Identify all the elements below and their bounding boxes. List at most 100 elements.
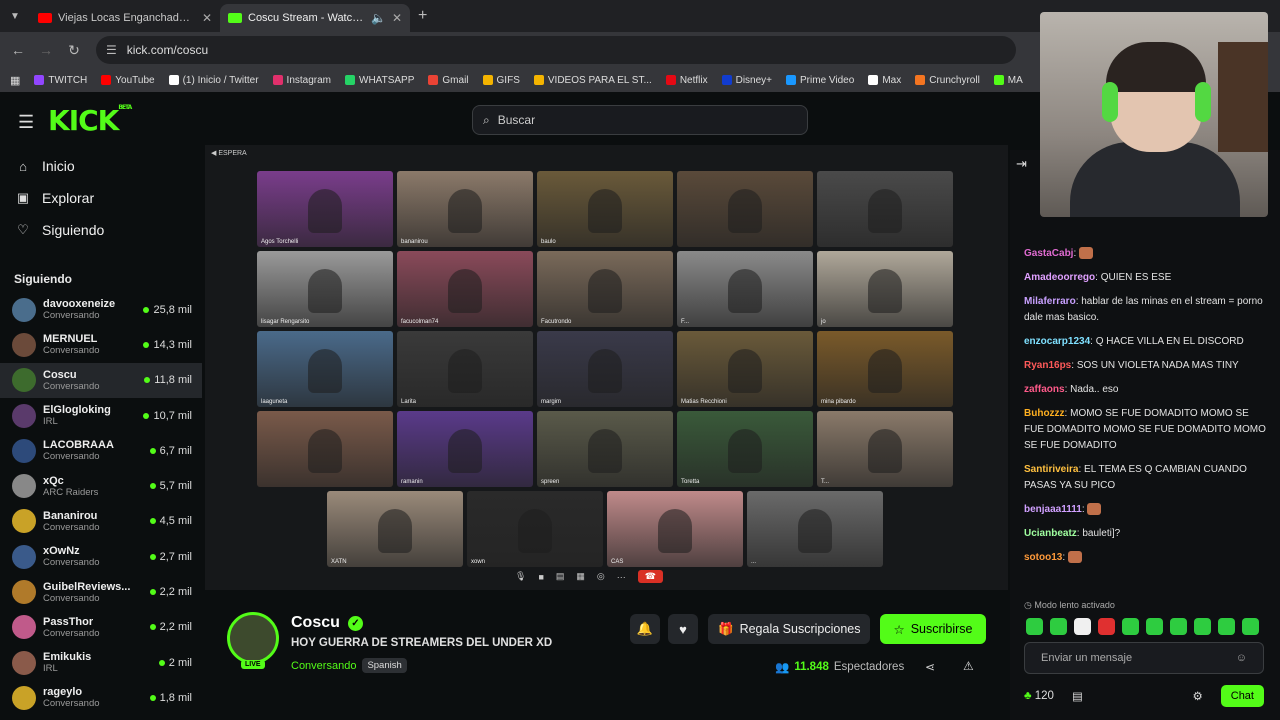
sidebar-channel[interactable]: Coscu Conversando 11,8 mil <box>0 362 202 398</box>
sidebar-item-siguiendo[interactable]: ♡ Siguiendo <box>0 214 202 246</box>
subscribe-button[interactable]: ☆ Suscribirse <box>880 614 986 644</box>
streamer-avatar[interactable] <box>227 612 279 664</box>
emote-icon[interactable] <box>1026 618 1043 635</box>
emote-icon[interactable] <box>1074 618 1091 635</box>
tab-title: Viejas Locas Enganchados Parte <box>58 12 196 24</box>
chat-message: GastaCabj: <box>1024 246 1268 262</box>
channel-viewers: 2,7 mil <box>149 551 192 563</box>
chat-username[interactable]: sotoo13 <box>1024 552 1062 563</box>
chat-username[interactable]: benjaaa1111 <box>1024 504 1082 515</box>
follow-heart-button[interactable]: ♥ <box>668 614 698 644</box>
emote-icon[interactable] <box>1170 618 1187 635</box>
reload-button[interactable]: ↻ <box>60 42 88 59</box>
bookmark-item[interactable]: TWITCH <box>34 75 87 86</box>
apps-icon[interactable]: ▦ <box>10 74 20 87</box>
avatar <box>12 474 36 499</box>
browser-tab[interactable]: Viejas Locas Enganchados Parte ✕ <box>30 4 220 32</box>
close-icon[interactable]: ✕ <box>202 11 212 25</box>
channel-points[interactable]: ♣ 120 <box>1024 690 1054 702</box>
category-link[interactable]: Conversando <box>291 660 356 672</box>
menu-icon[interactable]: ☰ <box>18 112 34 133</box>
share-icon[interactable]: ⋖ <box>925 660 935 674</box>
sidebar-channel[interactable]: GuibelReviews... Conversando 2,2 mil <box>0 574 202 609</box>
video-tile: margim <box>537 331 673 407</box>
emote-icon[interactable] <box>1218 618 1235 635</box>
video-player[interactable]: ◀ ESPERA Agos Torchelli bananirou baulo lis… <box>205 145 1008 590</box>
forward-button[interactable]: → <box>32 42 60 58</box>
kick-logo[interactable]: KICKBETA <box>48 104 132 137</box>
search-input[interactable]: ⌕ Buscar <box>472 105 808 135</box>
video-tile: ramanin <box>397 411 533 487</box>
sidebar-channel[interactable]: rageylo Conversando 1,8 mil <box>0 680 202 715</box>
emote-icon[interactable] <box>1050 618 1067 635</box>
sidebar-channel[interactable]: Bananirou Conversando 4,5 mil <box>0 504 202 539</box>
sidebar-channel[interactable]: Emikukis IRL 2 mil <box>0 645 202 680</box>
sidebar-channel[interactable]: davooxeneize Conversando 25,8 mil <box>0 292 202 327</box>
chat-username[interactable]: Amadeoorrego <box>1024 272 1095 283</box>
bookmark-item[interactable]: Max <box>868 75 901 86</box>
emote-icon[interactable] <box>1146 618 1163 635</box>
new-tab-button[interactable]: + <box>418 7 427 25</box>
back-button[interactable]: ← <box>4 42 32 58</box>
sidebar-item-inicio[interactable]: ⌂ Inicio <box>0 150 202 182</box>
video-tile: Agos Torchelli <box>257 171 393 247</box>
sidebar-channel[interactable]: xQc ARC Raiders 5,7 mil <box>0 468 202 503</box>
chat-username[interactable]: enzocarp1234 <box>1024 336 1090 347</box>
sidebar-item-explorar[interactable]: ▣ Explorar <box>0 182 202 214</box>
bookmark-item[interactable]: Prime Video <box>786 75 854 86</box>
channel-viewers: 14,3 mil <box>143 339 192 351</box>
settings-icon[interactable]: ⚙ <box>1192 689 1202 703</box>
tab-search-button[interactable]: ▼ <box>0 0 30 32</box>
sidebar-channel[interactable]: PassThor Conversando 2,2 mil <box>0 610 202 645</box>
bookmark-item[interactable]: Gmail <box>428 75 469 86</box>
participant-figure <box>728 189 762 233</box>
site-info-icon[interactable]: ☰ <box>106 43 117 57</box>
chat-username[interactable]: zaffaons <box>1024 384 1065 395</box>
speaker-icon[interactable]: 🔈 <box>371 11 386 25</box>
url-field[interactable]: ☰ kick.com/coscu <box>96 36 1016 64</box>
bookmark-item[interactable]: YouTube <box>101 75 155 86</box>
gift-subs-button[interactable]: 🎁 Regala Suscripciones <box>708 614 871 644</box>
bookmark-item[interactable]: WHATSAPP <box>345 75 414 86</box>
viewer-count: 👥 11.848 Espectadores <box>775 661 905 674</box>
emote-icon[interactable] <box>1098 618 1115 635</box>
sidebar-channel[interactable]: xOwNz Conversando 2,7 mil <box>0 539 202 574</box>
bookmark-item[interactable]: VIDEOS PARA EL ST... <box>533 75 652 86</box>
bookmark-item[interactable]: Disney+ <box>721 75 772 86</box>
emote-icon[interactable] <box>1242 618 1259 635</box>
bookmark-item[interactable]: Netflix <box>665 75 708 86</box>
chat-username[interactable]: GastaCabj <box>1024 248 1073 259</box>
sidebar-channel[interactable]: MERNUEL Conversando 14,3 mil <box>0 327 202 362</box>
report-icon[interactable]: ⚠ <box>963 659 974 673</box>
emoji-icon[interactable]: ☺ <box>1236 652 1247 664</box>
collapse-chat-icon[interactable]: ⇥ <box>1016 156 1027 172</box>
chat-username[interactable]: Santiriveira <box>1024 464 1078 475</box>
sidebar-channel[interactable]: ElGlogloking IRL 10,7 mil <box>0 398 202 433</box>
chat-username[interactable]: Milaferraro <box>1024 296 1076 307</box>
browser-tab-active[interactable]: Coscu Stream - Watch Live 🔈 ✕ <box>220 4 410 32</box>
send-chat-button[interactable]: Chat <box>1220 685 1264 707</box>
bookmark-item[interactable]: (1) Inicio / Twitter <box>168 75 259 86</box>
sidebar-channel[interactable]: LACOBRAAA Conversando 6,7 mil <box>0 433 202 468</box>
language-tag[interactable]: Spanish <box>362 658 407 673</box>
channel-category: IRL <box>43 416 58 428</box>
emote-icon[interactable] <box>1194 618 1211 635</box>
chat-message: benjaaa1111: <box>1024 502 1268 518</box>
bookmark-item[interactable]: GIFS <box>482 75 520 86</box>
video-tile: spreen <box>537 411 673 487</box>
channel-viewers: 10,7 mil <box>143 410 192 422</box>
close-icon[interactable]: ✕ <box>392 11 402 25</box>
chat-username[interactable]: Buhozzz <box>1024 408 1065 419</box>
bookmark-item[interactable]: MA <box>993 75 1023 86</box>
gift-icon[interactable]: ▤ <box>1072 689 1083 703</box>
video-tile: bananirou <box>397 171 533 247</box>
bookmark-item[interactable]: Instagram <box>272 75 331 86</box>
participant-name: spreen <box>541 479 560 485</box>
notification-bell-button[interactable]: 🔔 <box>630 614 660 644</box>
bookmark-item[interactable]: Crunchyroll <box>915 75 980 86</box>
streamer-name[interactable]: Coscu ✓ <box>291 614 363 632</box>
chat-username[interactable]: Ucianbeatz <box>1024 528 1077 539</box>
chat-message-input[interactable]: Enviar un mensaje ☺ <box>1024 642 1264 674</box>
chat-username[interactable]: Ryan16ps <box>1024 360 1071 371</box>
emote-icon[interactable] <box>1122 618 1139 635</box>
